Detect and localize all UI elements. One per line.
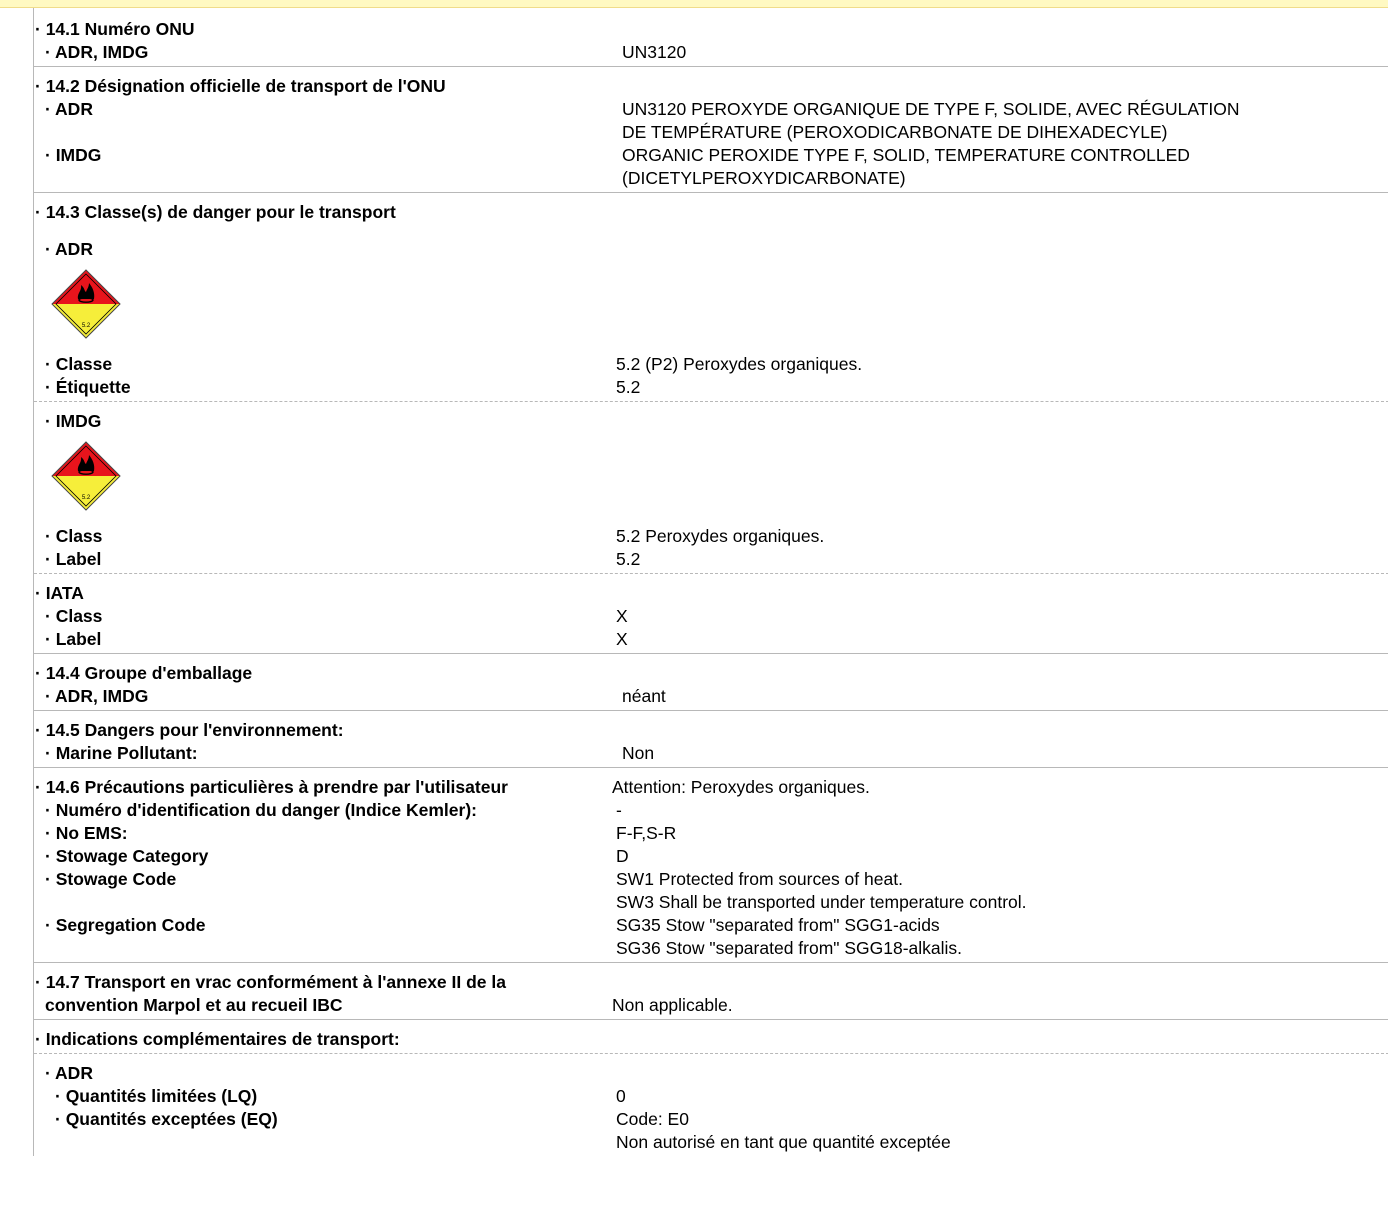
row-iata-class: · Class X [34,605,1388,628]
row-excepted-quantities: · Quantités exceptées (EQ) Code: E0 Non … [34,1108,1388,1154]
row-imdg-designation: · IMDG ORGANIC PEROXIDE TYPE F, SOLID, T… [34,144,1388,190]
row-value-line: ORGANIC PEROXIDE TYPE F, SOLID, TEMPERAT… [622,145,1190,165]
row-value: X [616,606,628,626]
row-value: 5.2 (P2) Peroxydes organiques. [616,354,863,374]
row-adr-label: · Étiquette 5.2 [34,376,1388,399]
row-label: · Segregation Code [45,915,206,935]
row-label: · Marine Pollutant: [45,743,198,763]
row-value: Non [622,743,655,763]
section-title: · 14.3 Classe(s) de danger pour le trans… [35,202,396,222]
adr-heading: · ADR [45,1063,93,1083]
section-14-3-imdg: · IMDG 5.2 · Class 5.2 Peroxydes organiq… [34,402,1388,574]
row-label: · Stowage Category [45,846,209,866]
row-value: 5.2 [616,377,641,397]
row-value-line: UN3120 PEROXYDE ORGANIQUE DE TYPE F, SOL… [622,99,1240,119]
section-14-4: · 14.4 Groupe d'emballage · ADR, IMDG né… [34,654,1388,711]
row-adr-designation: · ADR UN3120 PEROXYDE ORGANIQUE DE TYPE … [34,98,1388,144]
row-label: · Étiquette [45,377,131,397]
imdg-heading: · IMDG [45,411,102,431]
row-value: - [616,800,622,820]
row-label: · Classe [45,354,113,374]
row-limited-quantities: · Quantités limitées (LQ) 0 [34,1085,1388,1108]
row-adr-class: · Classe 5.2 (P2) Peroxydes organiques. [34,353,1388,376]
hazard-diamond-icon: 5.2 [51,269,121,339]
row-precautions: · 14.6 Précautions particulières à prend… [34,776,1388,799]
section-title: · 14.5 Dangers pour l'environnement: [35,720,344,740]
row-label: · Stowage Code [45,869,177,889]
row-value: 5.2 Peroxydes organiques. [616,526,825,546]
row-label: · Class [45,606,103,626]
row-bulk-transport: convention Marpol et au recueil IBC Non … [34,994,1388,1017]
row-label: · No EMS: [45,823,128,843]
row-label: · ADR, IMDG [45,686,149,706]
row-value-line: Code: E0 [616,1109,689,1129]
section-14-5: · 14.5 Dangers pour l'environnement: · M… [34,711,1388,768]
row-value-line: SG36 Stow "separated from" SGG18-alkalis… [616,938,963,958]
row-label: · Label [45,629,102,649]
row-value: F-F,S-R [616,823,677,843]
row-value-line: Non autorisé en tant que quantité except… [616,1132,951,1152]
row-value-line: SW3 Shall be transported under temperatu… [616,892,1027,912]
row-value: Non applicable. [612,995,733,1015]
row-ems: · No EMS: F-F,S-R [34,822,1388,845]
row-value: X [616,629,628,649]
row-value: néant [622,686,666,706]
row-label: · ADR [45,99,93,119]
row-value: 5.2 [616,549,641,569]
row-stowage-category: · Stowage Category D [34,845,1388,868]
row-label: · IMDG [45,145,102,165]
row-value: Attention: Peroxydes organiques. [612,777,870,797]
row-value: D [616,846,629,866]
section-title: · 14.1 Numéro ONU [35,19,195,39]
row-label: · ADR, IMDG [45,42,149,62]
row-iata-label: · Label X [34,628,1388,651]
row-packing-group: · ADR, IMDG néant [34,685,1388,708]
section-additional-adr: · ADR · Quantités limitées (LQ) 0 · Quan… [34,1054,1388,1156]
transport-information-section: · 14.1 Numéro ONU · ADR, IMDG UN3120 · 1… [33,8,1388,1156]
row-imdg-class: · Class 5.2 Peroxydes organiques. [34,525,1388,548]
row-value-line: DE TEMPÉRATURE (PEROXODICARBONATE DE DIH… [622,122,1168,142]
row-label: · Label [45,549,102,569]
row-marine-pollutant: · Marine Pollutant: Non [34,742,1388,765]
row-label: · Class [45,526,103,546]
row-label: · Numéro d'identification du danger (Ind… [45,800,477,820]
row-un-number: · ADR, IMDG UN3120 [34,41,1388,64]
hazard-diamond-icon: 5.2 [51,441,121,511]
section-14-3-adr: · 14.3 Classe(s) de danger pour le trans… [34,193,1388,402]
section-title-line: · 14.7 Transport en vrac conformément à … [35,972,506,992]
section-title-line: convention Marpol et au recueil IBC [45,995,343,1015]
section-14-1: · 14.1 Numéro ONU · ADR, IMDG UN3120 [34,8,1388,67]
row-kemler: · Numéro d'identification du danger (Ind… [34,799,1388,822]
row-segregation-code: · Segregation Code SG35 Stow "separated … [34,914,1388,960]
row-label: · Quantités exceptées (EQ) [55,1109,278,1129]
section-14-7: · 14.7 Transport en vrac conformément à … [34,963,1388,1020]
adr-heading: · ADR [45,239,93,259]
section-title: · 14.4 Groupe d'emballage [35,663,253,683]
row-value-line: (DICETYLPEROXYDICARBONATE) [622,168,906,188]
section-14-3-iata: · IATA · Class X · Label X [34,574,1388,654]
section-title: · Indications complémentaires de transpo… [35,1029,400,1049]
iata-heading: · IATA [35,583,84,603]
section-title: · 14.2 Désignation officielle de transpo… [35,76,446,96]
row-value-line: SG35 Stow "separated from" SGG1-acids [616,915,940,935]
row-stowage-code: · Stowage Code SW1 Protected from source… [34,868,1388,914]
section-14-2: · 14.2 Désignation officielle de transpo… [34,67,1388,193]
sign-number: 5.2 [82,323,91,329]
section-additional-info: · Indications complémentaires de transpo… [34,1020,1388,1054]
row-value-line: SW1 Protected from sources of heat. [616,869,903,889]
top-band [0,0,1388,8]
row-value: UN3120 [622,42,687,62]
section-14-6: · 14.6 Précautions particulières à prend… [34,768,1388,963]
row-imdg-label: · Label 5.2 [34,548,1388,571]
section-title: · 14.6 Précautions particulières à prend… [35,777,508,797]
row-value: 0 [616,1086,626,1106]
row-label: · Quantités limitées (LQ) [55,1086,258,1106]
sign-number: 5.2 [82,495,91,501]
